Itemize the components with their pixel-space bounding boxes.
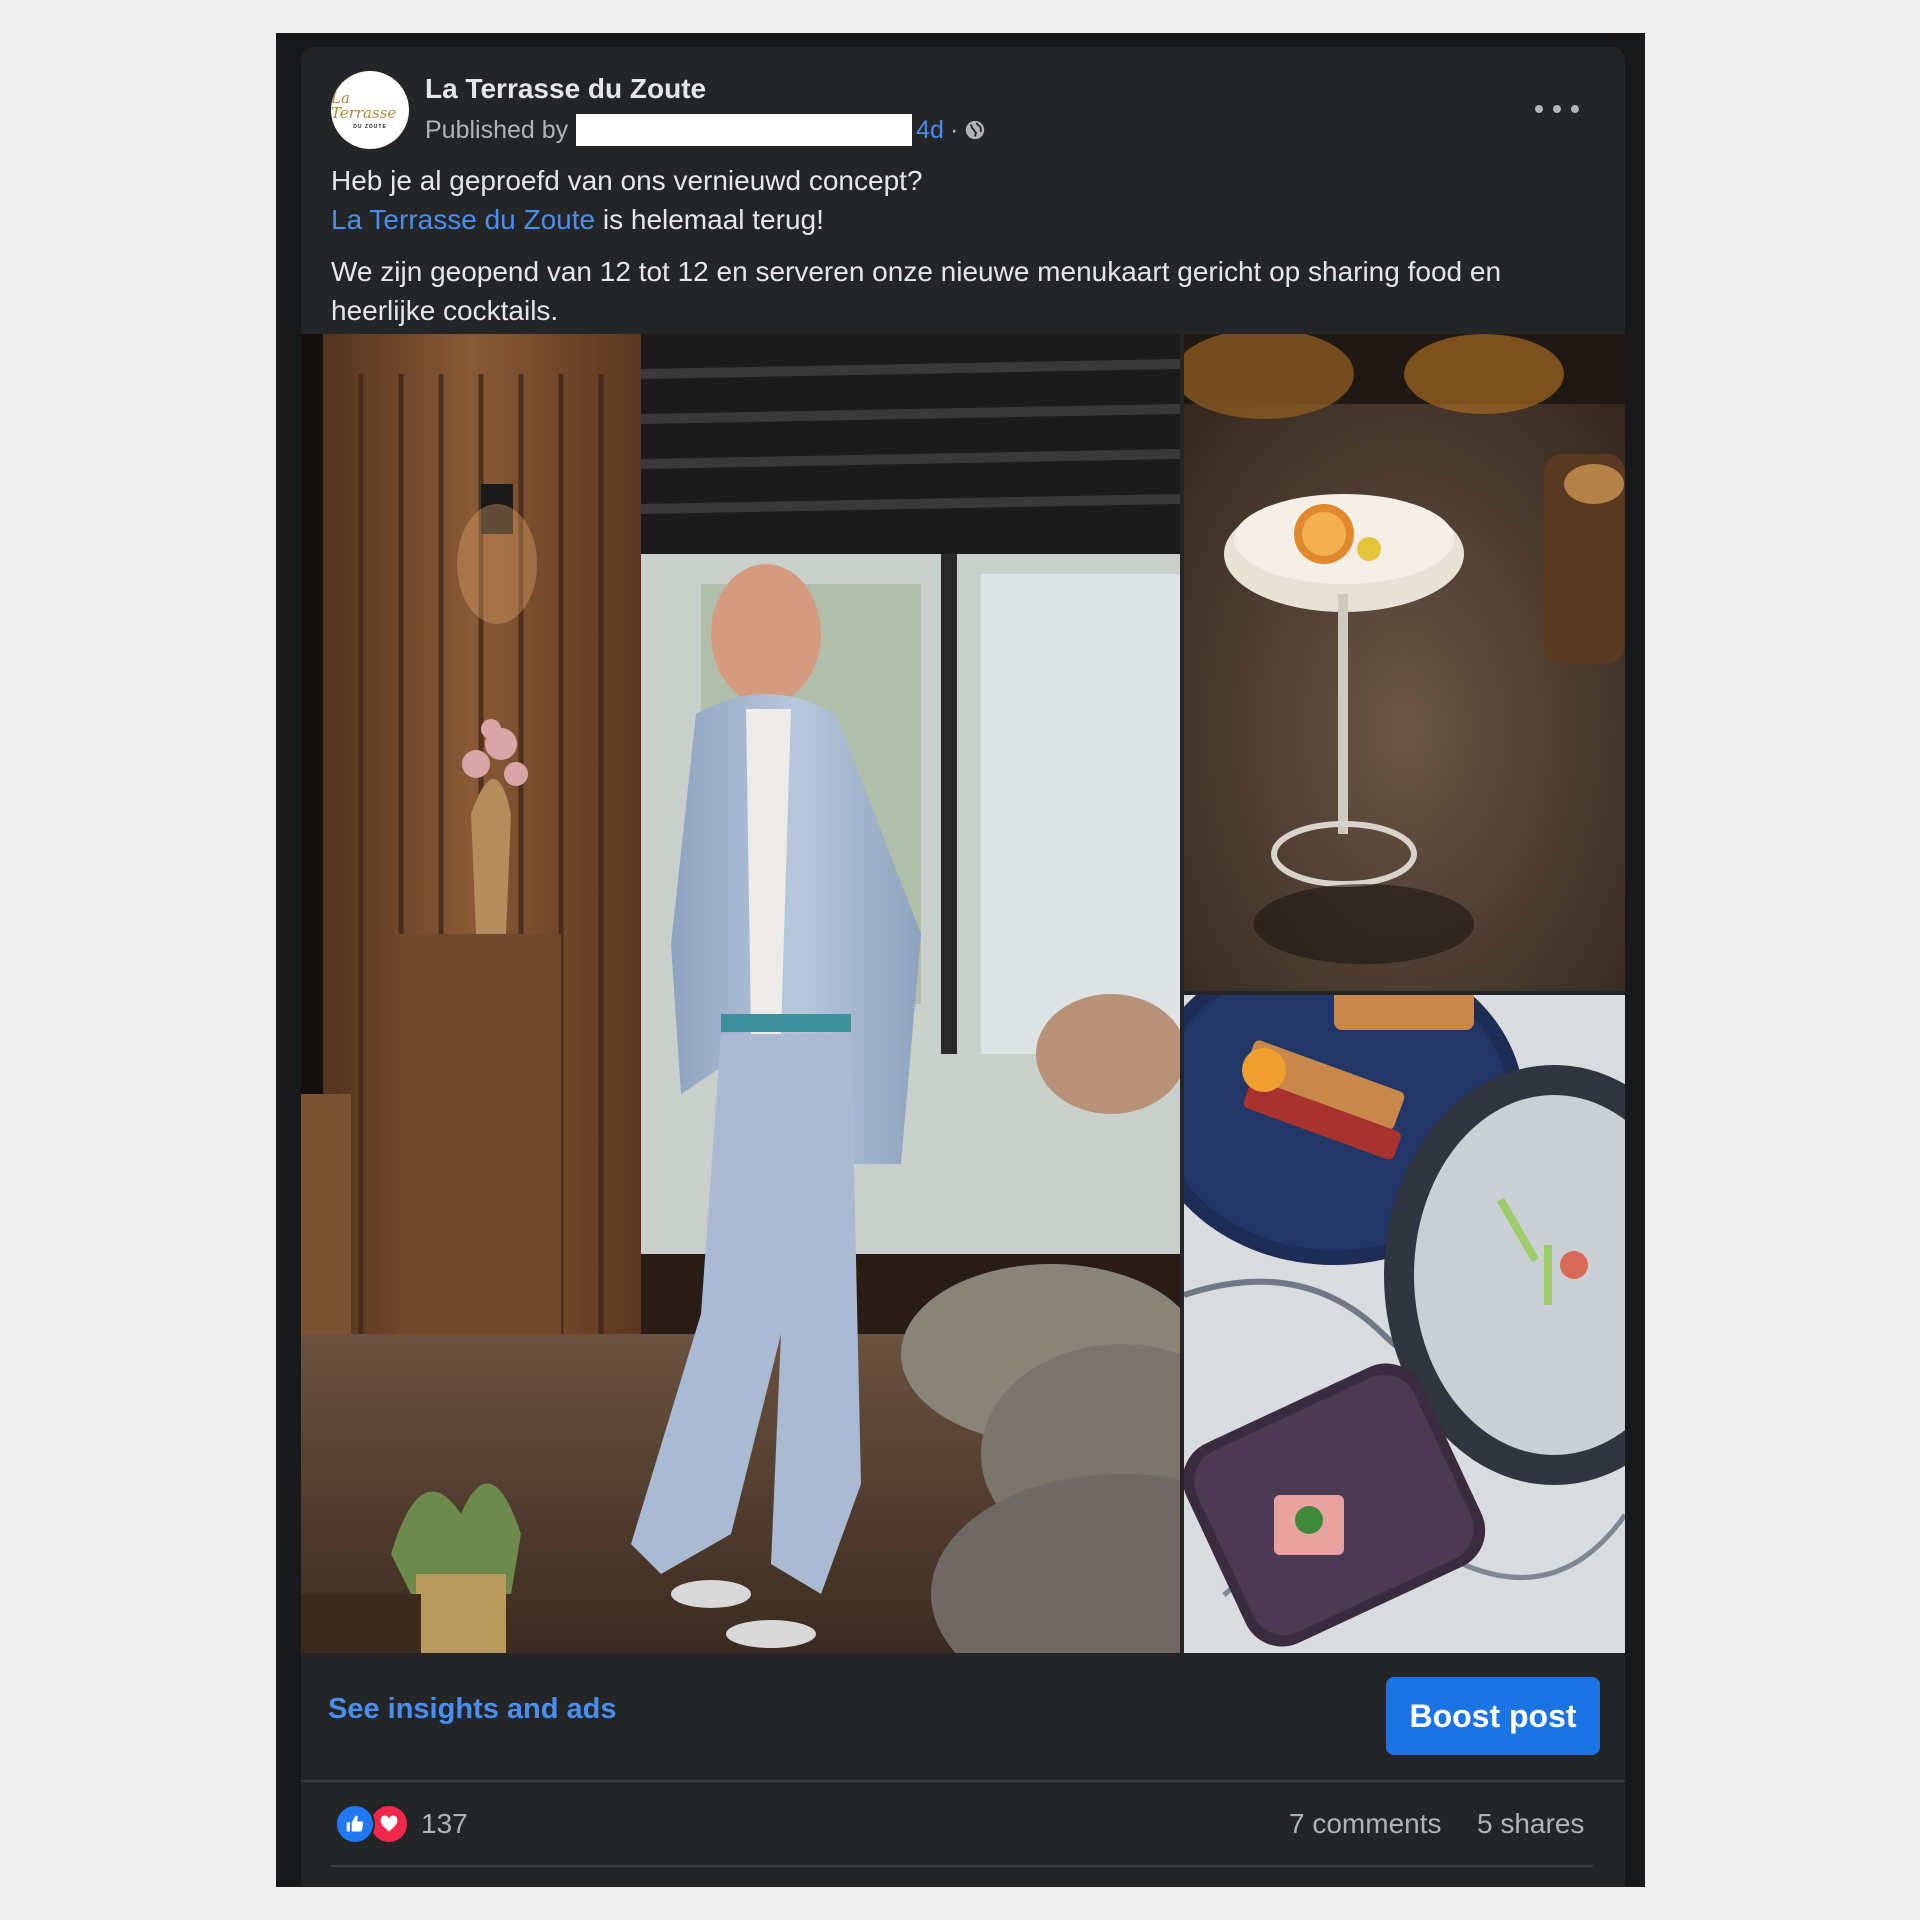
divider <box>331 1865 1593 1867</box>
love-icon <box>369 1804 409 1844</box>
post-text-line2: La Terrasse du Zoute is helemaal terug! <box>331 200 1591 239</box>
post-stats: 137 7 comments 5 shares <box>301 1782 1625 1877</box>
like-icon <box>335 1804 375 1844</box>
published-by-label: Published by <box>425 115 569 144</box>
restaurant-interior-image <box>301 334 1180 1653</box>
more-dot <box>1553 105 1561 113</box>
post-text-paragraph2: We zijn geopend van 12 tot 12 en servere… <box>331 256 1502 326</box>
more-dot <box>1535 105 1543 113</box>
redacted-publisher <box>576 114 913 146</box>
post-card: La Terrasse DU ZOUTE La Terrasse du Zout… <box>301 47 1625 1887</box>
sharing-food-image <box>1184 995 1625 1653</box>
cocktail-image <box>1184 334 1625 991</box>
comments-count-link[interactable]: 7 comments <box>1289 1808 1442 1840</box>
post-photo-main[interactable] <box>301 334 1180 1653</box>
avatar-logo-subtext: DU ZOUTE <box>353 123 387 130</box>
see-insights-link[interactable]: See insights and ads <box>328 1693 616 1726</box>
avatar-logo-text: La Terrasse <box>331 88 397 122</box>
post-meta: Published by 4d · <box>425 113 986 147</box>
post-text-line2-rest: is helemaal terug! <box>595 204 824 235</box>
meta-separator: · <box>949 115 959 144</box>
post-photo-food[interactable] <box>1184 995 1625 1653</box>
shares-count-link[interactable]: 5 shares <box>1477 1808 1584 1840</box>
boost-post-button[interactable]: Boost post <box>1386 1677 1600 1755</box>
more-options-icon[interactable] <box>1535 97 1579 121</box>
page-name-link[interactable]: La Terrasse du Zoute <box>425 73 706 105</box>
post-age-link[interactable]: 4d <box>916 116 944 145</box>
post-actions-bar: See insights and ads Boost post <box>301 1653 1625 1778</box>
more-dot <box>1571 105 1579 113</box>
reactions-summary[interactable]: 137 <box>335 1804 468 1844</box>
reaction-count: 137 <box>421 1808 468 1839</box>
page-avatar[interactable]: La Terrasse DU ZOUTE <box>331 71 409 149</box>
post-text-line1: Heb je al geproefd van ons vernieuwd con… <box>331 165 923 196</box>
post-text: Heb je al geproefd van ons vernieuwd con… <box>331 161 1591 330</box>
page-mention-link[interactable]: La Terrasse du Zoute <box>331 204 595 235</box>
globe-icon[interactable] <box>964 119 986 141</box>
post-photo-cocktail[interactable] <box>1184 334 1625 991</box>
